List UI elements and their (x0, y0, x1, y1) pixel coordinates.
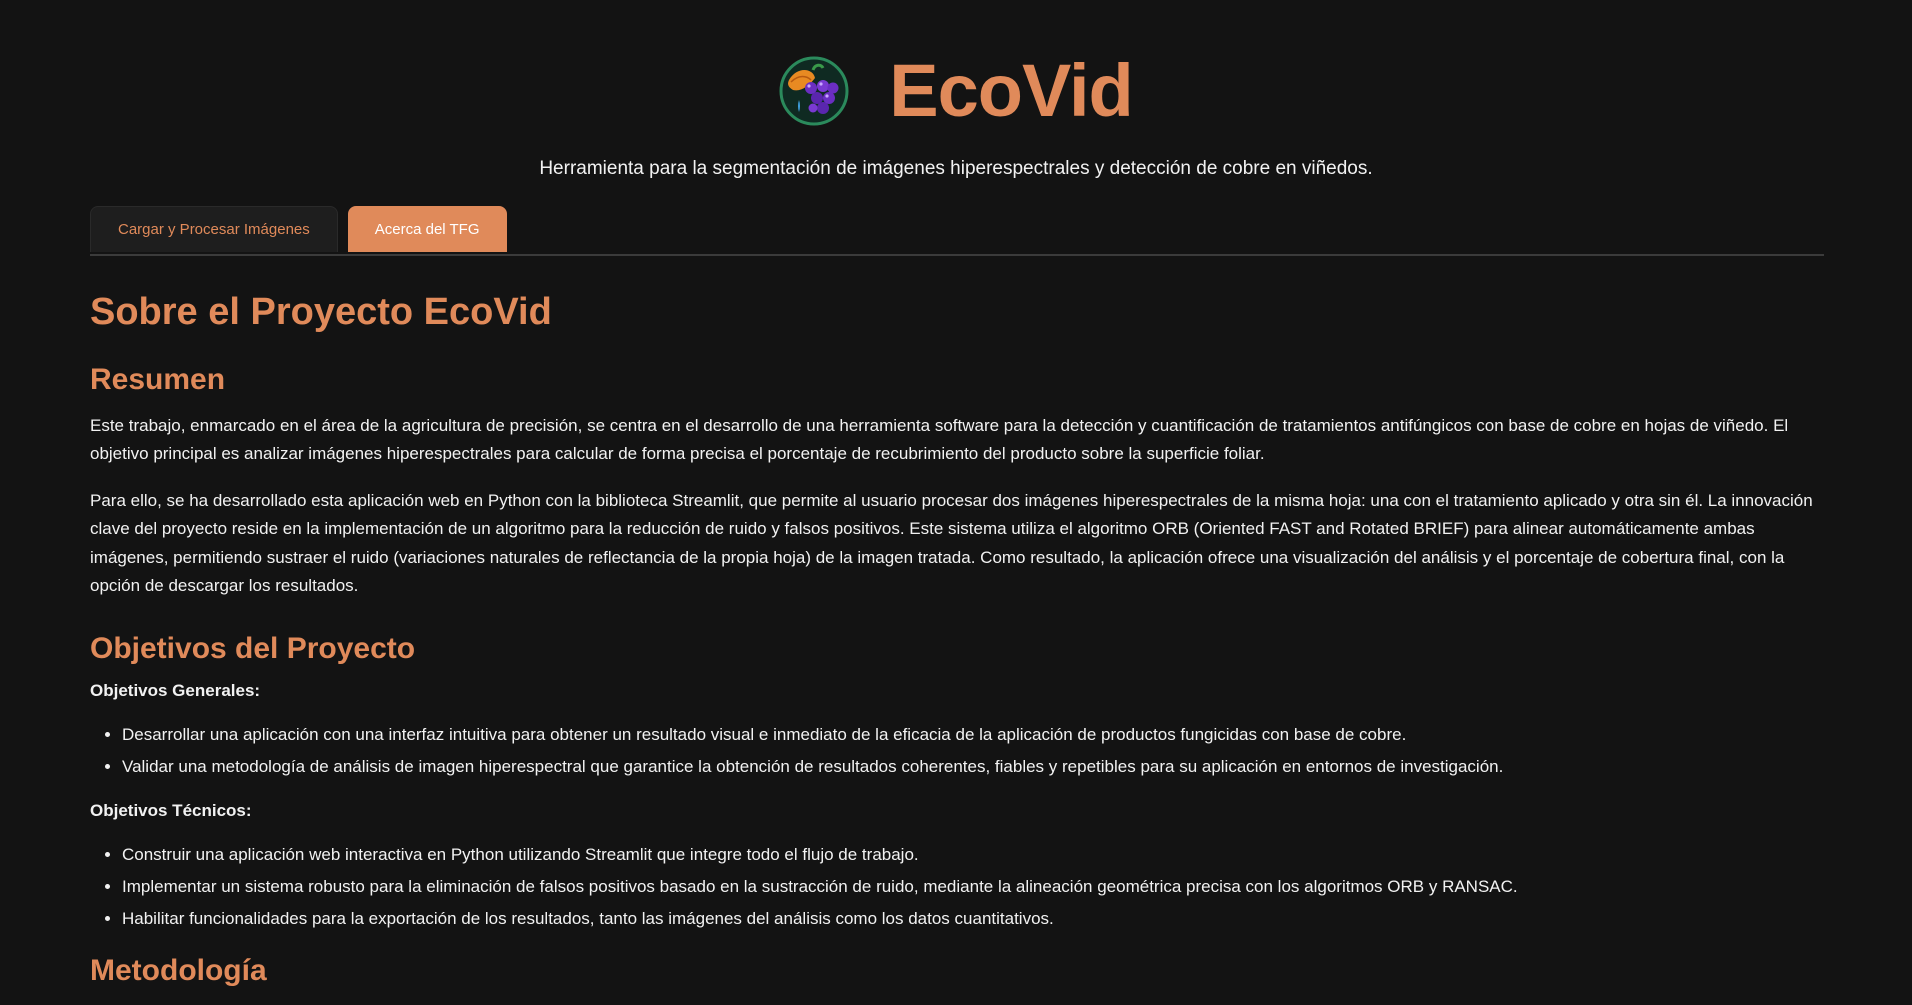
objetivos-generales-label: Objetivos Generales: (90, 680, 261, 700)
app-page: EcoVid Herramienta para la segmentación … (0, 0, 1912, 1005)
about-content: Sobre el Proyecto EcoVid Resumen Este tr… (90, 290, 1824, 1003)
tab-acerca-tfg[interactable]: Acerca del TFG (347, 206, 507, 252)
app-title: EcoVid (889, 48, 1133, 132)
list-item: Implementar un sistema robusto para la e… (122, 871, 1824, 903)
tab-cargar-procesar[interactable]: Cargar y Procesar Imágenes (90, 206, 338, 252)
list-item: Construir una aplicación web interactiva… (122, 839, 1824, 871)
resumen-paragraph-2: Para ello, se ha desarrollado esta aplic… (90, 490, 1813, 596)
metodologia-heading: Metodología (90, 953, 267, 987)
objetivos-tecnicos-list: Construir una aplicación web interactiva… (90, 839, 1824, 935)
list-item: Desarrollar una aplicación con una inter… (122, 719, 1824, 751)
list-item: Habilitar funcionalidades para la export… (122, 903, 1824, 935)
page-title: Sobre el Proyecto EcoVid (90, 291, 552, 333)
app-header: EcoVid (0, 48, 1912, 133)
grape-leaf-logo-icon (779, 56, 849, 125)
resumen-paragraph-1: Este trabajo, enmarcado en el área de la… (90, 415, 1789, 464)
resumen-heading: Resumen (90, 362, 226, 396)
tab-bar: Cargar y Procesar Imágenes Acerca del TF… (90, 206, 1824, 256)
app-subtitle: Herramienta para la segmentación de imág… (539, 158, 1373, 179)
list-item: Validar una metodología de análisis de i… (122, 751, 1824, 783)
objetivos-heading: Objetivos del Proyecto (90, 631, 416, 665)
objetivos-tecnicos-label: Objetivos Técnicos: (90, 800, 252, 820)
objetivos-generales-list: Desarrollar una aplicación con una inter… (90, 719, 1824, 783)
